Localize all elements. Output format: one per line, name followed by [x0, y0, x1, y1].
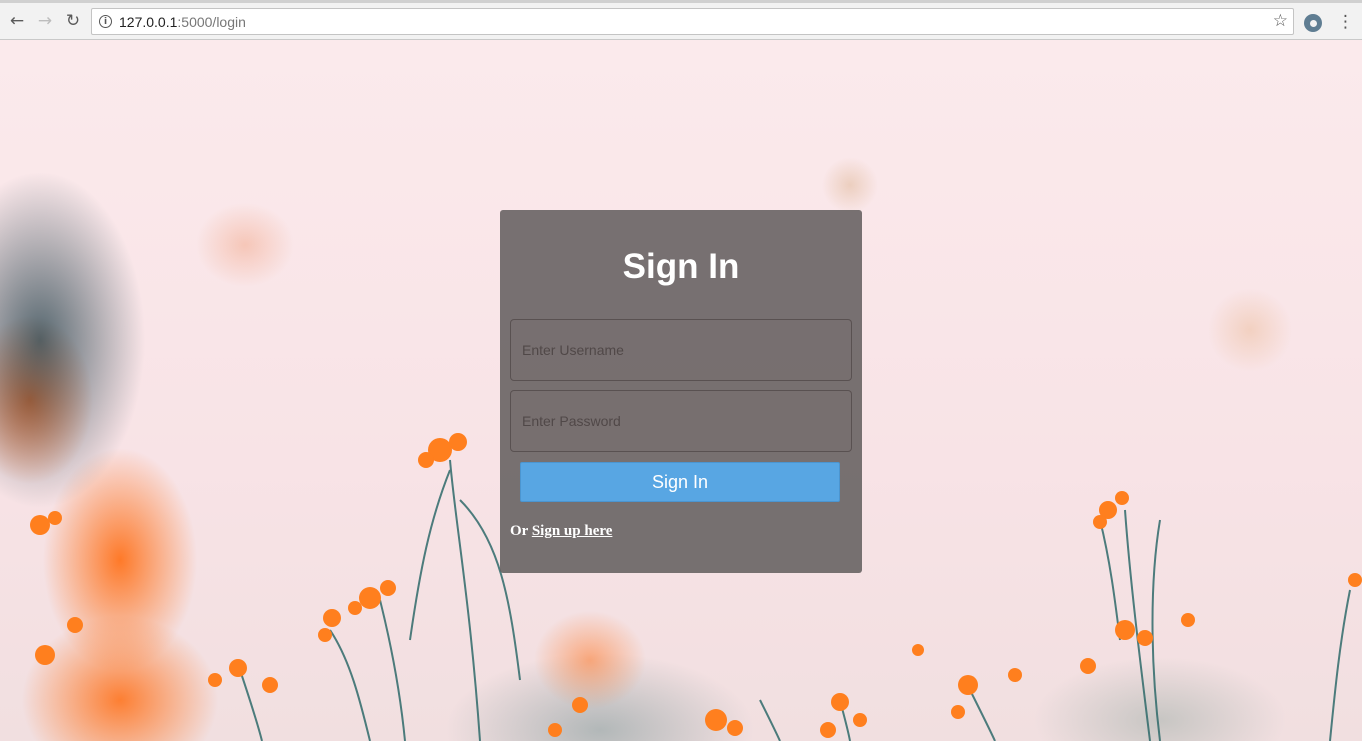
star-icon[interactable]: ☆: [1273, 11, 1288, 31]
password-field[interactable]: [510, 390, 852, 452]
signup-link[interactable]: Sign up here: [532, 523, 613, 539]
forward-arrow-icon[interactable]: →: [33, 9, 57, 33]
browser-toolbar: ← → ↻ i 127.0.0.1:5000/login ☆ ⋮: [0, 3, 1362, 40]
signup-prefix: Or: [510, 523, 532, 539]
signup-prompt: Or Sign up here: [510, 523, 612, 540]
extension-eye-icon[interactable]: [1304, 14, 1322, 32]
url-host: 127.0.0.1: [119, 14, 178, 30]
username-field[interactable]: [510, 319, 852, 381]
url-text[interactable]: 127.0.0.1:5000/login: [119, 14, 246, 30]
reload-icon[interactable]: ↻: [61, 9, 85, 33]
info-icon[interactable]: i: [99, 15, 112, 28]
sign-in-button[interactable]: Sign In: [520, 462, 840, 502]
url-path: :5000/login: [177, 14, 246, 30]
login-title: Sign In: [622, 247, 740, 286]
address-bar[interactable]: i 127.0.0.1:5000/login ☆: [91, 8, 1294, 35]
vertical-dots-menu-icon[interactable]: ⋮: [1337, 12, 1354, 34]
back-arrow-icon[interactable]: ←: [5, 9, 29, 33]
